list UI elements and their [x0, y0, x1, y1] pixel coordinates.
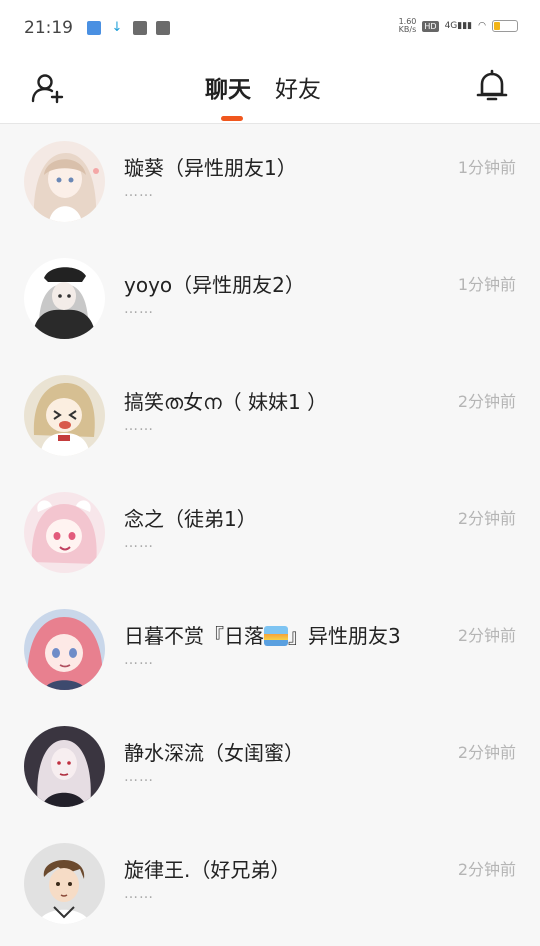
- avatar: [24, 375, 105, 456]
- status-right-icons: 1.60 KB/s HD 4G▮▮▮ ◠: [399, 18, 518, 34]
- message-preview: ……: [124, 418, 154, 434]
- chat-list: 璇葵（异性朋友1） …… 1分钟前 yoyo（异性朋友2） …… 1分钟前 搞笑…: [0, 124, 540, 943]
- active-tab-indicator: [221, 116, 243, 121]
- add-friend-button[interactable]: [30, 70, 66, 106]
- chat-item[interactable]: yoyo（异性朋友2） …… 1分钟前: [0, 241, 540, 358]
- network-speed: 1.60 KB/s: [398, 17, 417, 34]
- contact-name: yoyo（异性朋友2）: [124, 273, 305, 297]
- battery-icon: [492, 20, 518, 32]
- contact-name: 念之（徒弟1）: [124, 507, 257, 531]
- message-time: 2分钟前: [457, 392, 516, 411]
- message-preview: ……: [124, 652, 154, 668]
- chat-item[interactable]: 搞笑ത女ന（ 妹妹1 ） …… 2分钟前: [0, 358, 540, 475]
- sunset-emoji-icon: [264, 626, 288, 646]
- tab-bar: 聊天 好友: [205, 70, 321, 104]
- download-icon: ↓: [111, 20, 123, 35]
- top-nav: 聊天 好友: [0, 56, 540, 124]
- hd-badge: HD: [422, 20, 439, 32]
- avatar: [24, 726, 105, 807]
- message-time: 2分钟前: [457, 509, 516, 528]
- contact-name: 搞笑ത女ന（ 妹妹1 ）: [124, 390, 328, 414]
- message-preview: ……: [124, 535, 154, 551]
- message-time: 2分钟前: [457, 743, 516, 762]
- signal-icon: 4G▮▮▮: [444, 21, 473, 31]
- message-preview: ……: [124, 301, 154, 317]
- app-notification-icon: [133, 21, 147, 35]
- chat-item[interactable]: 璇葵（异性朋友1） …… 1分钟前: [0, 124, 540, 241]
- app-notification-icon: [87, 21, 101, 35]
- tab-chat[interactable]: 聊天: [205, 70, 251, 104]
- avatar: [24, 843, 105, 924]
- message-preview: ……: [124, 886, 154, 902]
- add-user-icon: [31, 74, 64, 104]
- app-notification-icon: [156, 21, 170, 35]
- avatar: [24, 492, 105, 573]
- message-time: 2分钟前: [457, 626, 516, 645]
- tab-friends[interactable]: 好友: [275, 70, 321, 104]
- message-time: 1分钟前: [457, 275, 516, 294]
- wifi-icon: ◠: [478, 21, 486, 31]
- avatar: [24, 609, 105, 690]
- contact-name: 日暮不赏『日落 』异性朋友3: [124, 624, 401, 648]
- notification-icons: ↓: [87, 21, 170, 35]
- contact-name: 旋律王.（好兄弟）: [124, 858, 291, 882]
- chat-item[interactable]: 日暮不赏『日落 』异性朋友3 …… 2分钟前: [0, 592, 540, 709]
- avatar: [24, 141, 105, 222]
- chat-item[interactable]: 静水深流（女闺蜜） …… 2分钟前: [0, 709, 540, 826]
- avatar: [24, 258, 105, 339]
- message-time: 2分钟前: [457, 860, 516, 879]
- notifications-button[interactable]: [474, 68, 510, 104]
- message-preview: ……: [124, 769, 154, 785]
- status-time: 21:19: [24, 18, 73, 38]
- contact-name: 璇葵（异性朋友1）: [124, 156, 297, 180]
- bell-icon: [476, 69, 508, 101]
- chat-item[interactable]: 念之（徒弟1） …… 2分钟前: [0, 475, 540, 592]
- chat-item[interactable]: 旋律王.（好兄弟） …… 2分钟前: [0, 826, 540, 943]
- contact-name: 静水深流（女闺蜜）: [124, 741, 304, 765]
- status-bar: 21:19 ↓ 1.60 KB/s HD 4G▮▮▮ ◠: [0, 0, 540, 56]
- message-time: 1分钟前: [457, 158, 516, 177]
- message-preview: ……: [124, 184, 154, 200]
